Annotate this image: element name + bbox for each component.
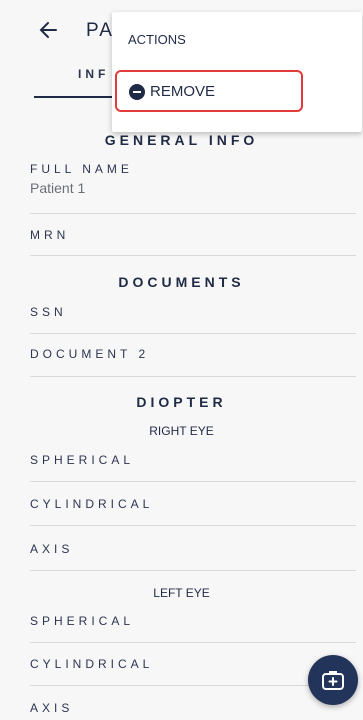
divider xyxy=(30,642,356,643)
divider xyxy=(30,213,356,214)
field-label-right-spherical: SPHERICAL xyxy=(30,453,135,467)
remove-label: REMOVE xyxy=(150,83,216,100)
page-title: PA xyxy=(86,20,114,41)
divider xyxy=(30,376,356,377)
menu-header: ACTIONS xyxy=(128,32,186,47)
remove-button[interactable]: REMOVE xyxy=(115,70,303,112)
field-label-full-name: FULL NAME xyxy=(30,162,133,176)
add-record-button[interactable] xyxy=(308,655,358,705)
divider xyxy=(30,255,356,256)
tab-info[interactable]: INF xyxy=(78,67,109,81)
field-label-left-axis: AXIS xyxy=(30,701,74,715)
section-diopter: DIOPTER xyxy=(136,394,227,410)
field-label-right-cylindrical: CYLINDRICAL xyxy=(30,497,154,511)
field-label-ssn: SSN xyxy=(30,305,67,319)
divider xyxy=(30,481,356,482)
field-label-left-spherical: SPHERICAL xyxy=(30,614,135,628)
section-general-info: GENERAL INFO xyxy=(104,132,259,148)
field-value-full-name: Patient 1 xyxy=(30,180,86,196)
medical-kit-icon xyxy=(322,671,344,690)
field-label-document-2: DOCUMENT 2 xyxy=(30,347,150,361)
subheading-right-eye: RIGHT EYE xyxy=(149,424,214,438)
divider xyxy=(30,333,356,334)
divider xyxy=(30,570,356,571)
field-label-left-cylindrical: CYLINDRICAL xyxy=(30,657,154,671)
back-arrow-icon[interactable] xyxy=(36,18,60,42)
divider xyxy=(30,525,356,526)
remove-circle-icon xyxy=(129,84,145,100)
subheading-left-eye: LEFT EYE xyxy=(153,586,210,600)
actions-menu: ACTIONS REMOVE xyxy=(112,12,362,132)
field-label-right-axis: AXIS xyxy=(30,542,74,556)
section-documents: DOCUMENTS xyxy=(118,274,245,290)
divider xyxy=(30,685,356,686)
field-label-mrn: MRN xyxy=(30,228,70,242)
